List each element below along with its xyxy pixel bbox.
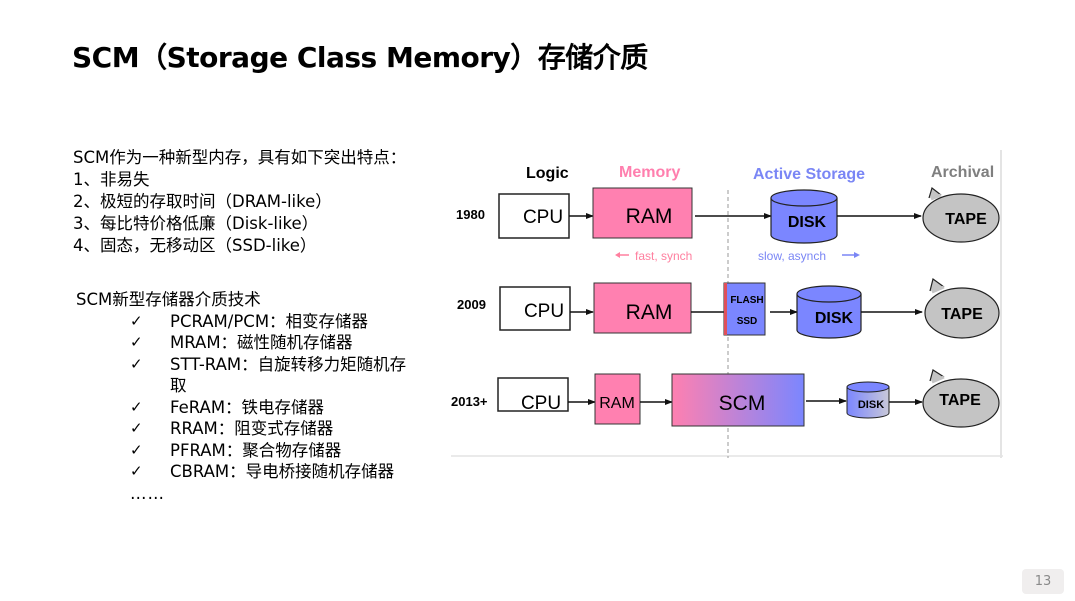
flash-ssd-edge [724,283,727,335]
tech-item-label: PFRAM：聚合物存储器 [170,440,342,460]
diagram-canvas: Logic Memory Active Storage Archival 198… [451,150,1003,458]
tech-item-label: CBRAM：导电桥接随机存储器 [170,462,395,481]
check-icon: ✓ [130,333,143,351]
tech-item-label: PCRAM/PCM：相变存储器 [170,311,369,331]
feature-item: 3、每比特价格低廉（Disk-like） [73,214,319,233]
tech-list: SCM新型存储器介质技术 ✓ PCRAM/PCM：相变存储器 ✓ MRAM：磁性随机… [76,289,422,504]
ram-label: RAM [626,205,673,228]
flash-label: FLASH [730,295,763,306]
feature-item: 2、极短的存取时间（DRAM-like） [73,192,332,211]
fast-synch-label: fast, synch [635,249,692,263]
tech-item-label: RRAM：阻变式存储器 [170,419,334,438]
feature-item: 4、固态，无移动区（SSD-like） [73,236,317,255]
row-2013: 2013+ CPU RAM SCM DISK TAPE [451,369,1000,428]
header-active-storage: Active Storage [753,166,865,183]
tape-label: TAPE [945,211,987,228]
header-archival: Archival [931,164,994,181]
disk-label: DISK [788,214,827,231]
ram-label: RAM [626,301,673,324]
tech-item-label: FeRAM：铁电存储器 [170,397,325,417]
slow-asynch-label: slow, asynch [758,249,826,263]
page-number: 13 [1022,569,1064,594]
feature-item: 1、非易失 [73,170,150,189]
check-icon: ✓ [130,397,143,416]
year-label: 2013+ [451,394,488,409]
header-memory: Memory [619,164,680,181]
year-label: 1980 [456,207,485,222]
disk-label: DISK [858,399,884,411]
check-icon: ✓ [130,311,143,330]
tech-item: ✓ FeRAM：铁电存储器 [76,397,422,419]
tape-label: TAPE [939,392,981,409]
disk-label: DISK [815,310,854,327]
slow-asynch-note: slow, asynch [758,249,860,263]
tech-item-label: STT-RAM：自旋转移力矩随机存取 [170,354,407,396]
tech-item: ✓ STT-RAM：自旋转移力矩随机存取 [76,354,422,397]
check-icon: ✓ [130,440,143,459]
tech-item: ✓ RRAM：阻变式存储器 [76,418,422,440]
ssd-label: SSD [737,316,758,327]
cpu-label: CPU [524,301,564,322]
ram-label: RAM [599,395,635,412]
features-list: SCM作为一种新型内存，具有如下突出特点： 1、非易失 2、极短的存取时间（DR… [73,147,406,257]
cpu-label: CPU [523,207,563,228]
check-icon: ✓ [130,462,143,480]
check-icon: ✓ [130,419,143,437]
storage-hierarchy-diagram: Logic Memory Active Storage Archival 198… [451,150,1003,458]
tech-item-label: MRAM：磁性随机存储器 [170,333,353,352]
tech-heading: SCM新型存储器介质技术 [76,290,261,309]
tech-item: ✓ PFRAM：聚合物存储器 [76,440,422,462]
header-logic: Logic [526,165,569,182]
cpu-label: CPU [521,393,561,414]
tech-item: ✓ PCRAM/PCM：相变存储器 [76,311,422,333]
tech-item: ✓ MRAM：磁性随机存储器 [76,332,422,354]
tech-ellipsis: …… [130,483,165,503]
features-intro: SCM作为一种新型内存，具有如下突出特点： [73,148,407,167]
check-icon: ✓ [130,354,143,373]
flash-ssd-box [723,282,766,336]
scm-label: SCM [719,392,766,415]
row-2009: 2009 CPU RAM FLASH SSD DISK TAPE [457,277,1000,339]
tech-item: ✓ CBRAM：导电桥接随机存储器 [76,461,422,483]
year-label: 2009 [457,297,486,312]
slide-title: SCM（Storage Class Memory）存储介质 [72,41,648,74]
fast-synch-note: fast, synch [615,249,692,263]
tape-label: TAPE [941,306,983,323]
